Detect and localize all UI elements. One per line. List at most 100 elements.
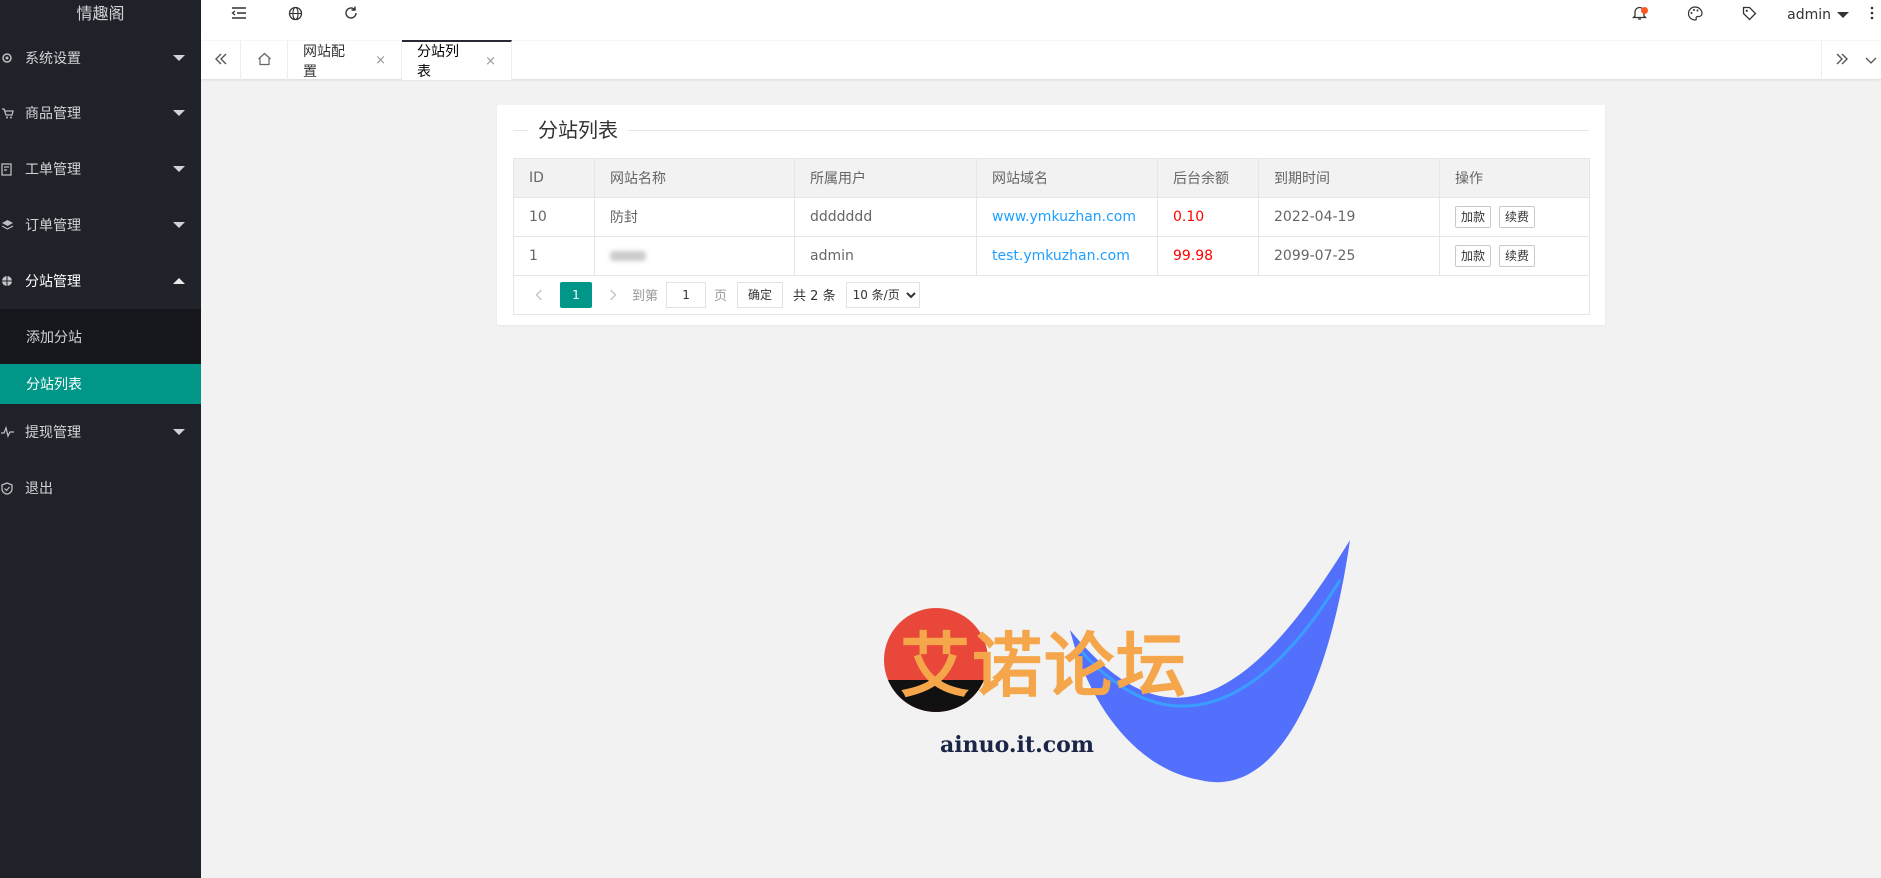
cell-id: 10 (513, 197, 595, 237)
globe-icon (288, 6, 303, 25)
column-header-actions[interactable]: 操作 (1439, 158, 1590, 198)
cell-name: 防封 (594, 197, 795, 237)
header-left-tools (201, 0, 379, 30)
goto-page-input[interactable] (666, 281, 707, 308)
chevron-up-icon (173, 278, 185, 284)
current-page[interactable]: 1 (560, 281, 592, 308)
cell-actions: 加款 续费 (1439, 236, 1590, 276)
palette-icon (1687, 5, 1703, 25)
card-legend: 分站列表 (513, 115, 1589, 145)
more-button[interactable] (1863, 0, 1881, 30)
page-tabs: 网站配置 × 分站列表 × (201, 40, 1881, 80)
theme-button[interactable] (1667, 0, 1722, 30)
cell-expire: 2099-07-25 (1258, 236, 1440, 276)
tab-substation-list[interactable]: 分站列表 × (402, 40, 512, 80)
prev-page-button[interactable] (528, 282, 550, 308)
app-logo[interactable]: 情趣阁 (0, 0, 201, 30)
toggle-sidebar-button[interactable] (211, 0, 267, 30)
total-count: 共 2 条 (793, 289, 836, 304)
column-header-expire[interactable]: 到期时间 (1258, 158, 1440, 198)
cart-icon (0, 106, 14, 120)
home-icon (257, 52, 272, 70)
domain-link[interactable]: test.ymkuzhan.com (992, 248, 1130, 264)
renew-button[interactable]: 续费 (1499, 245, 1536, 267)
column-header-balance[interactable]: 后台余额 (1157, 158, 1259, 198)
table-row[interactable]: 10 防封 ddddddd www.ymkuzhan.com 0.10 2022… (513, 197, 1590, 237)
sidebar-item-label: 工单管理 (25, 162, 81, 178)
next-page-button[interactable] (602, 282, 624, 308)
sidebar-item-goods[interactable]: 商品管理 (0, 85, 201, 141)
tabs-scroll-left-button[interactable] (201, 41, 241, 80)
tag-icon (1742, 6, 1757, 25)
more-vertical-icon (1870, 6, 1874, 24)
tab-home[interactable] (241, 41, 288, 80)
sidebar-item-tickets[interactable]: 工单管理 (0, 141, 201, 197)
refresh-icon (343, 5, 359, 25)
cell-domain: www.ymkuzhan.com (976, 197, 1158, 237)
sidebar-item-orders[interactable]: 订单管理 (0, 197, 201, 253)
blurred-name (610, 251, 646, 261)
globe-icon (0, 274, 14, 288)
substation-table: ID 网站名称 所属用户 网站域名 后台余额 到期时间 操作 10 防封 ddd… (513, 158, 1590, 276)
sidebar-item-logout[interactable]: 退出 (0, 460, 201, 516)
renew-button[interactable]: 续费 (1499, 206, 1536, 228)
user-menu[interactable]: admin (1777, 0, 1863, 30)
cell-actions: 加款 续费 (1439, 197, 1590, 237)
note-button[interactable] (1722, 0, 1777, 30)
tab-label: 分站列表 (417, 44, 459, 80)
sidebar-item-label: 分站管理 (25, 274, 81, 290)
cell-id: 1 (513, 236, 595, 276)
column-header-name[interactable]: 网站名称 (594, 158, 795, 198)
goto-label: 到第 (632, 289, 659, 304)
user-name: admin (1787, 7, 1831, 23)
page-unit-label: 页 (714, 289, 728, 304)
notifications-button[interactable] (1612, 0, 1667, 30)
sidebar-item-withdraw[interactable]: 提现管理 (0, 404, 201, 460)
goto-confirm-button[interactable]: 确定 (737, 281, 784, 308)
submenu-substations: 添加分站 分站列表 (0, 309, 201, 404)
add-funds-button[interactable]: 加款 (1455, 245, 1492, 267)
tab-close-button[interactable]: × (375, 53, 386, 68)
sidebar-item-label: 商品管理 (25, 106, 81, 122)
tabs-actions-dropdown[interactable] (1861, 41, 1881, 80)
column-header-domain[interactable]: 网站域名 (976, 158, 1158, 198)
cell-user: admin (794, 236, 977, 276)
sidebar-item-label: 系统设置 (25, 50, 81, 67)
submenu-item-add-substation[interactable]: 添加分站 (0, 309, 201, 364)
sidebar-item-label: 订单管理 (25, 218, 81, 234)
shield-icon (0, 481, 14, 495)
tab-close-button[interactable]: × (485, 54, 496, 69)
tabs-scroll-right-button[interactable] (1821, 41, 1861, 80)
chevron-down-icon (1865, 53, 1877, 69)
domain-link[interactable]: www.ymkuzhan.com (992, 209, 1136, 225)
refresh-button[interactable] (323, 0, 379, 30)
cell-name (594, 236, 795, 276)
watermark-logo: 艾诺论坛 ainuo.it.com (880, 540, 1360, 800)
submenu-item-substation-list[interactable]: 分站列表 (0, 364, 201, 404)
sidebar-item-label: 退出 (25, 481, 53, 497)
sidebar-item-system-settings[interactable]: 系统设置 (0, 30, 201, 85)
cell-user: ddddddd (794, 197, 977, 237)
column-header-id[interactable]: ID (513, 158, 595, 198)
pagination: 1 到第 页 确定 共 2 条 10 条/页 (513, 275, 1590, 315)
pulse-icon (0, 425, 14, 439)
cell-expire: 2022-04-19 (1258, 197, 1440, 237)
sidebar-item-substations[interactable]: 分站管理 (0, 253, 201, 309)
website-button[interactable] (267, 0, 323, 30)
balance-value: 99.98 (1173, 248, 1214, 264)
tab-site-config[interactable]: 网站配置 × (288, 41, 402, 80)
column-header-user[interactable]: 所属用户 (794, 158, 977, 198)
gear-icon (0, 51, 14, 65)
top-header: admin (201, 0, 1881, 40)
layers-icon (0, 218, 14, 232)
chevron-down-icon (173, 222, 185, 228)
table-row[interactable]: 1 admin test.ymkuzhan.com 99.98 2099-07-… (513, 236, 1590, 276)
chevron-down-icon (173, 429, 185, 435)
add-funds-button[interactable]: 加款 (1455, 206, 1492, 228)
card-title: 分站列表 (528, 115, 628, 145)
cell-balance: 99.98 (1157, 236, 1259, 276)
cell-balance: 0.10 (1157, 197, 1259, 237)
table-header-row: ID 网站名称 所属用户 网站域名 后台余额 到期时间 操作 (513, 158, 1590, 198)
page-size-select[interactable]: 10 条/页 (845, 281, 920, 308)
sidebar: 情趣阁 系统设置 商品管理 工单管理 订单管理 分站管理 添加分站 分站列表 提… (0, 0, 201, 878)
